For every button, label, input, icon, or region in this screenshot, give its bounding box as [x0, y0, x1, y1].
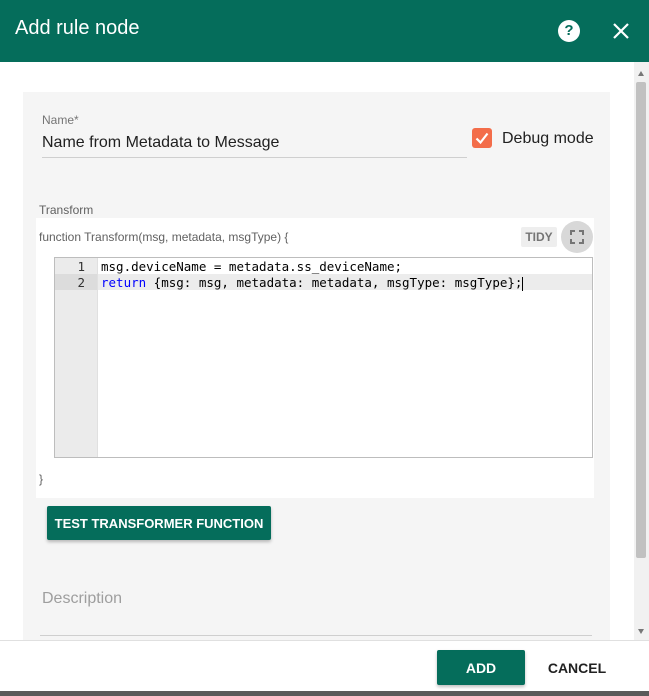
transform-label: Transform: [39, 203, 94, 217]
dialog-titlebar: Add rule node ?: [0, 0, 649, 62]
dialog-title: Add rule node: [15, 17, 140, 39]
code-line[interactable]: msg.deviceName = metadata.ss_deviceName;: [101, 259, 402, 274]
cancel-button[interactable]: CANCEL: [537, 650, 617, 685]
fullscreen-button[interactable]: [561, 221, 593, 253]
fullscreen-icon: [570, 230, 584, 244]
description-field[interactable]: Description: [42, 590, 122, 608]
close-icon[interactable]: [610, 20, 632, 42]
line-number: 2: [77, 275, 85, 290]
code-text: {msg: msg, metadata: metadata, msgType: …: [146, 275, 523, 290]
description-underline: [40, 635, 592, 636]
help-icon[interactable]: ?: [558, 20, 580, 42]
function-footer: }: [39, 472, 44, 486]
debug-mode-label: Debug mode: [502, 130, 594, 147]
line-number: 1: [77, 259, 85, 274]
scroll-up-arrow-icon[interactable]: [638, 71, 644, 76]
background-strip: [0, 691, 649, 696]
code-editor[interactable]: 1 2 msg.deviceName = metadata.ss_deviceN…: [54, 257, 593, 458]
code-text: msg.deviceName = metadata.ss_deviceName;: [101, 259, 403, 274]
name-field-label: Name*: [42, 113, 79, 127]
text-cursor: [522, 276, 524, 291]
code-line[interactable]: return {msg: msg, metadata: metadata, ms…: [101, 275, 524, 291]
scrollbar[interactable]: [634, 62, 649, 640]
editor-gutter: 1 2: [55, 258, 98, 457]
debug-mode-checkbox[interactable]: [472, 128, 492, 148]
test-transformer-function-button[interactable]: TEST TRANSFORMER FUNCTION: [47, 506, 271, 540]
name-input[interactable]: [42, 132, 467, 154]
scroll-down-arrow-icon[interactable]: [638, 629, 644, 634]
add-button[interactable]: ADD: [437, 650, 525, 685]
tidy-button[interactable]: TIDY: [521, 227, 557, 247]
code-keyword: return: [101, 275, 147, 290]
name-input-underline: [42, 157, 467, 158]
checkmark-icon: [475, 132, 489, 145]
scrollbar-thumb[interactable]: [636, 82, 646, 558]
function-header: function Transform(msg, metadata, msgTyp…: [39, 230, 289, 244]
